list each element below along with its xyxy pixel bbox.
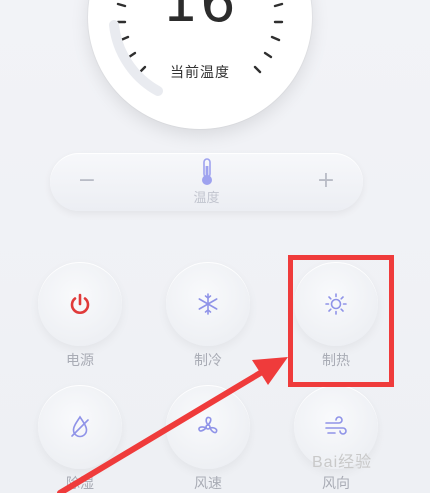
watermark-logo: Bai经验	[312, 454, 373, 471]
annotation-arrow	[57, 357, 288, 493]
